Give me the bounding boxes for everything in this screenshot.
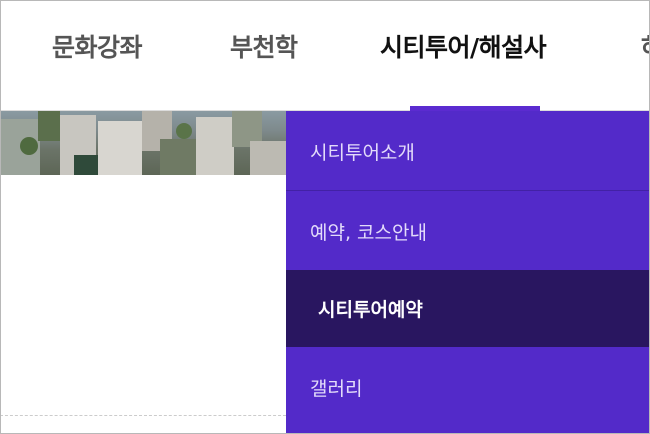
submenu-item-reservation-course-info[interactable]: 예약, 코스안내 [286, 192, 650, 270]
content-divider [0, 415, 286, 416]
submenu-dropdown: 시티투어소개 예약, 코스안내 시티투어예약 갤러리 [286, 111, 650, 434]
nav-item-bucheon-studies[interactable]: 부천학 [230, 28, 298, 64]
submenu-item-citytour-intro[interactable]: 시티투어소개 [286, 113, 650, 191]
main-navigation: 문화강좌 부천학 시티투어/해설사 하 [0, 0, 650, 111]
submenu-item-gallery[interactable]: 갤러리 [286, 348, 650, 426]
submenu-item-citytour-reservation[interactable]: 시티투어예약 [286, 270, 650, 347]
nav-item-culture-lectures[interactable]: 문화강좌 [52, 28, 143, 64]
city-banner-image [0, 111, 286, 175]
nav-item-citytour-guide[interactable]: 시티투어/해설사 [380, 28, 547, 64]
nav-item-clipped[interactable]: 하 [641, 28, 650, 64]
